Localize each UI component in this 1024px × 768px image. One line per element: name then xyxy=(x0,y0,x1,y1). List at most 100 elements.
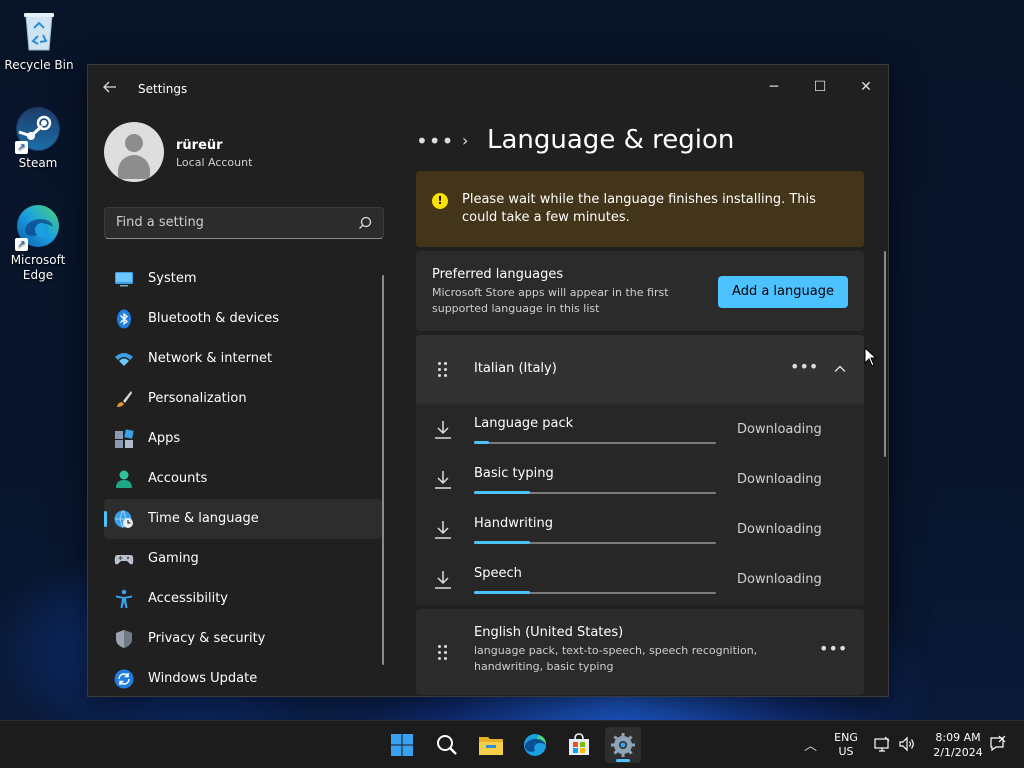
edge-icon: ↗ xyxy=(15,203,61,251)
network-icon[interactable] xyxy=(873,735,891,753)
sidebar-scrollbar[interactable] xyxy=(382,275,384,665)
sidebar-item-personalization[interactable]: Personalization xyxy=(104,379,382,419)
shortcut-arrow-icon: ↗ xyxy=(15,141,28,154)
download-icon xyxy=(435,421,451,439)
progress-bar xyxy=(474,541,716,544)
clock-time: 8:09 AM xyxy=(935,731,981,744)
taskbar-edge-button[interactable] xyxy=(517,727,553,763)
add-language-button[interactable]: Add a language xyxy=(718,276,848,308)
warning-text: Please wait while the language finishes … xyxy=(462,192,816,225)
taskbar-settings-button[interactable] xyxy=(605,727,641,763)
running-indicator xyxy=(616,759,630,762)
sidebar-item-accounts[interactable]: Accounts xyxy=(104,459,382,499)
taskbar-file-explorer-button[interactable] xyxy=(473,727,509,763)
avatar xyxy=(104,122,164,182)
progress-bar xyxy=(474,591,716,594)
title-bar[interactable]: Settings ─ ☐ ✕ xyxy=(88,65,888,113)
window-title: Settings xyxy=(138,82,188,96)
mouse-cursor-icon xyxy=(864,347,878,367)
desktop-icon-label: Microsoft Edge xyxy=(10,253,66,282)
chevron-up-icon[interactable] xyxy=(832,361,848,377)
close-button[interactable]: ✕ xyxy=(843,71,888,103)
sidebar-item-network[interactable]: Network & internet xyxy=(104,339,382,379)
more-options-button[interactable]: ••• xyxy=(819,639,847,658)
breadcrumb-overflow-button[interactable]: ••• xyxy=(416,129,454,153)
taskbar-store-button[interactable] xyxy=(561,727,597,763)
maximize-button[interactable]: ☐ xyxy=(797,71,843,103)
progress-fill xyxy=(474,441,489,444)
preferred-languages-description: Microsoft Store apps will appear in the … xyxy=(432,286,669,315)
gamepad-icon xyxy=(114,555,134,565)
sidebar-item-label: Personalization xyxy=(148,391,247,406)
account-type: Local Account xyxy=(176,156,253,169)
close-icon: ✕ xyxy=(860,79,872,95)
sidebar-item-label: Network & internet xyxy=(148,351,273,366)
tray-overflow-button[interactable]: ︿ xyxy=(804,735,817,754)
taskbar-start-button[interactable] xyxy=(384,727,420,763)
sidebar-item-privacy[interactable]: Privacy & security xyxy=(104,619,382,659)
desktop-icon-label: Steam xyxy=(18,156,58,170)
progress-fill xyxy=(474,491,530,494)
language-name: English (United States) xyxy=(474,625,624,640)
desktop-icon-edge[interactable]: ↗ Microsoft Edge xyxy=(0,203,76,283)
volume-icon[interactable] xyxy=(898,735,916,753)
maximize-icon: ☐ xyxy=(813,79,827,95)
language-header-italian[interactable]: Italian (Italy) ••• xyxy=(416,335,864,403)
download-icon xyxy=(435,521,451,539)
back-button[interactable] xyxy=(102,79,122,99)
sidebar-item-system[interactable]: System xyxy=(104,259,382,299)
sidebar-item-apps[interactable]: Apps xyxy=(104,419,382,459)
wifi-icon xyxy=(115,353,133,366)
accessibility-icon xyxy=(116,589,132,608)
feature-status: Downloading xyxy=(737,572,822,587)
more-options-button[interactable]: ••• xyxy=(790,357,818,376)
install-warning-banner: ! Please wait while the language finishe… xyxy=(416,171,864,247)
feature-row-basic-typing: Basic typing Downloading xyxy=(416,455,864,505)
language-name: Italian (Italy) xyxy=(474,361,557,376)
file-explorer-icon xyxy=(479,737,503,755)
search-icon xyxy=(359,216,372,229)
feature-name: Basic typing xyxy=(474,466,554,481)
feature-name: Speech xyxy=(474,566,522,581)
user-profile[interactable]: rüreür Local Account xyxy=(104,122,404,184)
shield-icon xyxy=(116,630,132,648)
sidebar-item-gaming[interactable]: Gaming xyxy=(104,539,382,579)
sidebar-item-windows-update[interactable]: Windows Update xyxy=(104,659,382,696)
clock-date: 2/1/2024 xyxy=(933,746,983,759)
feature-name: Language pack xyxy=(474,416,574,431)
sidebar-item-bluetooth[interactable]: Bluetooth & devices xyxy=(104,299,382,339)
sidebar-item-accessibility[interactable]: Accessibility xyxy=(104,579,382,619)
drag-handle-icon[interactable] xyxy=(438,362,448,378)
feature-row-handwriting: Handwriting Downloading xyxy=(416,505,864,555)
download-icon xyxy=(435,571,451,589)
drag-handle-icon[interactable] xyxy=(438,645,448,661)
notification-icon[interactable] xyxy=(988,735,1006,753)
search-input[interactable]: Find a setting xyxy=(104,207,384,239)
search-icon xyxy=(437,735,457,755)
sidebar-item-label: Accounts xyxy=(148,471,208,486)
desktop-icon-steam[interactable]: ↗ Steam xyxy=(0,106,76,171)
input-language-indicator[interactable]: ENG US xyxy=(832,731,860,759)
apps-icon xyxy=(115,429,134,448)
arrow-left-icon xyxy=(103,81,116,93)
sidebar-item-label: Privacy & security xyxy=(148,631,266,646)
desktop-icon-recycle-bin[interactable]: Recycle Bin xyxy=(1,8,77,73)
store-icon xyxy=(569,733,589,755)
content-scrollbar[interactable] xyxy=(884,251,886,457)
download-icon xyxy=(435,471,451,489)
person-icon xyxy=(116,470,132,488)
sidebar-item-label: Apps xyxy=(148,431,181,446)
warning-icon: ! xyxy=(432,193,448,209)
feature-row-speech: Speech Downloading xyxy=(416,555,864,605)
language-card-english[interactable]: English (United States) language pack, t… xyxy=(416,609,864,695)
sidebar-item-time-language[interactable]: Time & language xyxy=(104,499,382,539)
input-language-line1: ENG xyxy=(834,731,858,744)
minimize-button[interactable]: ─ xyxy=(751,71,797,103)
preferred-languages-card: Preferred languages Microsoft Store apps… xyxy=(416,251,864,331)
avatar-head-shape xyxy=(125,134,143,152)
taskbar: ︿ ENG US 8:09 AM 2/1/2024 xyxy=(0,720,1024,768)
settings-icon xyxy=(611,733,635,757)
clock[interactable]: 8:09 AM 2/1/2024 xyxy=(926,730,990,760)
taskbar-search-button[interactable] xyxy=(429,727,465,763)
chevron-right-icon: › xyxy=(462,131,469,150)
